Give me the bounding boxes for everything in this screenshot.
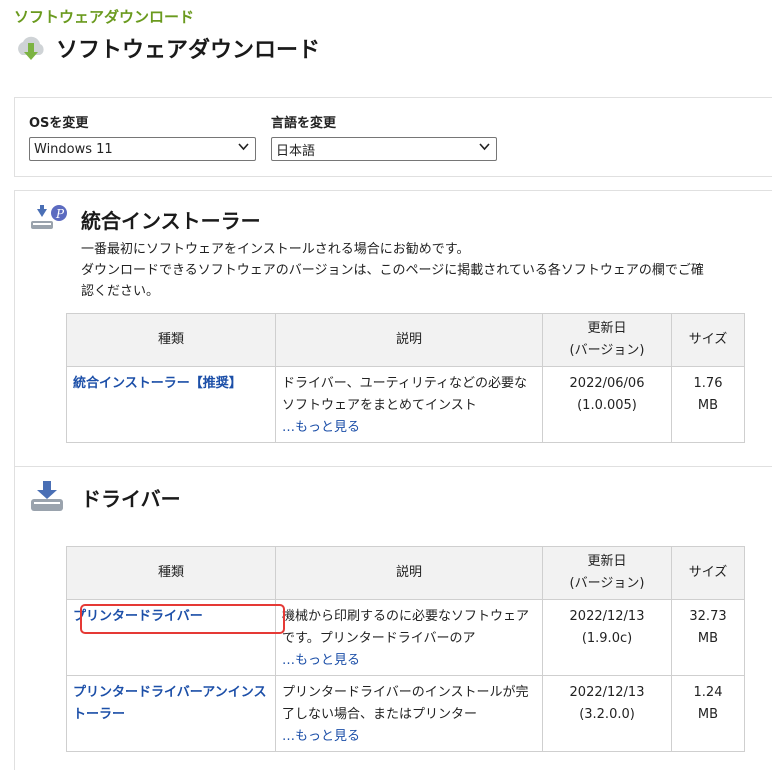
size-cell: 1.76 MB [671, 366, 745, 443]
software-desc-cell: プリンタードライバーのインストールが完了しない場合、またはプリンター …もっと見… [275, 675, 543, 752]
chevron-down-icon [238, 143, 249, 154]
header-updated-label: 更新日 [587, 554, 627, 569]
size-unit: MB [697, 707, 719, 722]
driver-header: ドライバー [29, 479, 181, 515]
description-line: 認ください。 [81, 284, 160, 299]
size-value: 1.24 [693, 685, 723, 700]
size-cell: 32.73 MB [671, 599, 745, 676]
integrated-installer-table: 種類 説明 更新日 (バージョン) サイズ 統合インストーラー【推奨】 ドライバ… [66, 313, 745, 443]
integrated-installer-link[interactable]: 統合インストーラー【推奨】 [73, 376, 242, 391]
header-version-label: (バージョン) [569, 343, 645, 358]
chevron-down-icon [479, 143, 490, 154]
os-select[interactable]: Windows 11 [29, 137, 256, 161]
table-header-row: 種類 説明 更新日 (バージョン) サイズ [66, 546, 745, 600]
page-header: ソフトウェアダウンロード [14, 30, 320, 66]
description-line: 一番最初にソフトウェアをインストールされる場合にお勧めです。 [81, 242, 470, 257]
os-select-value: Windows 11 [34, 141, 113, 157]
os-label: OSを変更 [29, 116, 89, 131]
header-description: 説明 [275, 313, 543, 367]
printer-driver-uninstaller-link[interactable]: プリンタードライバーアンインストーラー [73, 685, 266, 722]
size-value: 32.73 [689, 609, 727, 624]
header-size: サイズ [671, 546, 745, 600]
updated-cell: 2022/12/13 (3.2.0.0) [542, 675, 672, 752]
svg-text:P: P [55, 207, 65, 221]
software-name-cell: プリンタードライバーアンインストーラー [66, 675, 276, 752]
version: (1.0.005) [577, 398, 637, 413]
header-type: 種類 [66, 313, 276, 367]
selector-panel: OSを変更 Windows 11 言語を変更 日本語 [14, 97, 772, 177]
header-updated: 更新日 (バージョン) [542, 546, 672, 600]
breadcrumb[interactable]: ソフトウェアダウンロード [14, 6, 194, 27]
header-description: 説明 [275, 546, 543, 600]
updated-date: 2022/12/13 [569, 685, 645, 700]
version: (1.9.0c) [581, 631, 633, 646]
software-description: プリンタードライバーのインストールが完了しない場合、またはプリンター [282, 685, 529, 722]
language-select[interactable]: 日本語 [271, 137, 497, 161]
language-select-group: 言語を変更 日本語 [271, 112, 497, 161]
table-row: プリンタードライバーアンインストーラー プリンタードライバーのインストールが完了… [66, 675, 745, 752]
driver-table: 種類 説明 更新日 (バージョン) サイズ プリンタードライバー 機械から印刷す… [66, 546, 745, 752]
version: (3.2.0.0) [579, 707, 635, 722]
header-size: サイズ [671, 313, 745, 367]
cloud-download-icon [18, 36, 44, 60]
table-header-row: 種類 説明 更新日 (バージョン) サイズ [66, 313, 745, 367]
updated-date: 2022/12/13 [569, 609, 645, 624]
size-unit: MB [697, 398, 719, 413]
integrated-installer-title: 統合インストーラー [81, 208, 261, 233]
size-cell: 1.24 MB [671, 675, 745, 752]
description-line: ダウンロードできるソフトウェアのバージョンは、このページに掲載されている各ソフト… [81, 263, 704, 278]
language-label: 言語を変更 [271, 116, 337, 131]
software-name-cell: 統合インストーラー【推奨】 [66, 366, 276, 443]
page-title: ソフトウェアダウンロード [56, 38, 321, 63]
software-desc-cell: ドライバー、ユーティリティなどの必要なソフトウェアをまとめてインスト …もっと見… [275, 366, 543, 443]
more-link[interactable]: …もっと見る [282, 420, 360, 435]
highlight-box [80, 604, 285, 634]
header-updated: 更新日 (バージョン) [542, 313, 672, 367]
header-updated-label: 更新日 [587, 321, 627, 336]
updated-cell: 2022/12/13 (1.9.0c) [542, 599, 672, 676]
updated-cell: 2022/06/06 (1.0.005) [542, 366, 672, 443]
table-row: 統合インストーラー【推奨】 ドライバー、ユーティリティなどの必要なソフトウェアを… [66, 366, 745, 443]
more-link[interactable]: …もっと見る [282, 653, 360, 668]
header-version-label: (バージョン) [569, 576, 645, 591]
driver-download-icon [31, 481, 63, 511]
updated-date: 2022/06/06 [569, 376, 645, 391]
size-unit: MB [697, 631, 719, 646]
integrated-installer-header: P 統合インストーラー [29, 203, 261, 235]
header-type: 種類 [66, 546, 276, 600]
os-select-group: OSを変更 Windows 11 [29, 112, 256, 161]
language-select-value: 日本語 [276, 143, 316, 159]
software-desc-cell: 機械から印刷するのに必要なソフトウェアです。プリンタードライバーのア …もっと見… [275, 599, 543, 676]
integrated-installer-description: 一番最初にソフトウェアをインストールされる場合にお勧めです。 ダウンロードできる… [81, 239, 771, 302]
driver-title: ドライバー [81, 486, 181, 511]
software-description: 機械から印刷するのに必要なソフトウェアです。プリンタードライバーのア [282, 609, 530, 646]
size-value: 1.76 [693, 376, 723, 391]
more-link[interactable]: …もっと見る [282, 729, 360, 744]
installer-icon: P [31, 205, 67, 229]
software-description: ドライバー、ユーティリティなどの必要なソフトウェアをまとめてインスト [282, 376, 528, 413]
